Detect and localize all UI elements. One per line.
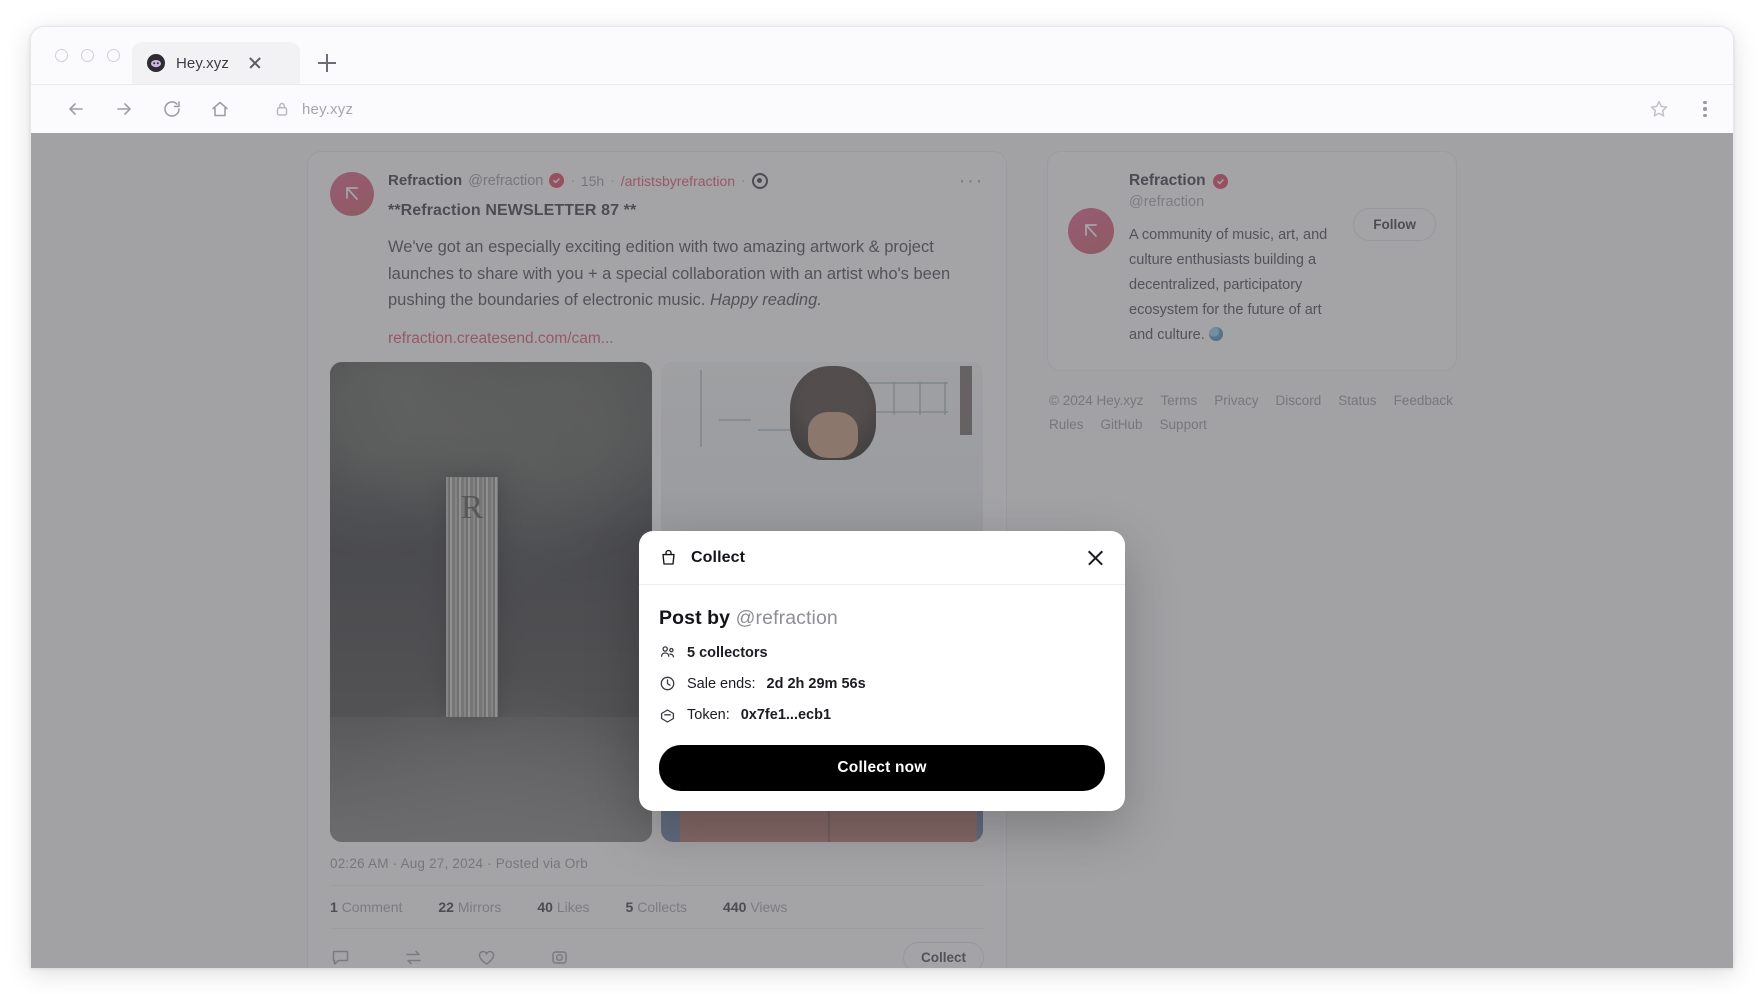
browser-tab[interactable]: Hey.xyz [132, 42, 300, 84]
window-close-button[interactable] [55, 49, 68, 62]
page-viewport: Refraction @refraction · 15h · /artistsb… [31, 133, 1733, 968]
modal-post-by-prefix: Post by [659, 607, 736, 629]
sale-ends-row: Sale ends: 2d 2h 29m 56s [659, 675, 1105, 692]
sale-ends-value: 2d 2h 29m 56s [766, 675, 866, 692]
close-icon[interactable] [1086, 548, 1105, 567]
lock-icon [275, 101, 289, 117]
tab-title: Hey.xyz [176, 54, 229, 72]
shopping-bag-icon [659, 548, 678, 567]
window-controls [47, 27, 132, 84]
plus-icon[interactable] [310, 46, 344, 80]
collectors-row: 5 collectors [659, 644, 1105, 661]
star-icon[interactable] [1649, 99, 1669, 119]
browser-window: Hey.xyz hey.xyz Collect Post by @refract… [30, 26, 1734, 968]
arrow-back-icon[interactable] [65, 98, 87, 120]
collect-now-button[interactable]: Collect now [659, 745, 1105, 791]
modal-post-by: Post by @refraction [659, 607, 1105, 630]
collect-modal: Collect Post by @refraction 5 collectors… [639, 531, 1125, 811]
window-minimize-button[interactable] [81, 49, 94, 62]
hey-logo-icon [147, 54, 165, 72]
url-text: hey.xyz [302, 100, 354, 118]
address-bar: hey.xyz [31, 84, 1733, 133]
collectors-count: 5 collectors [687, 644, 768, 661]
kebab-menu-icon[interactable] [1695, 99, 1715, 119]
modal-header: Collect [639, 531, 1125, 585]
omnibox-actions [1649, 99, 1715, 119]
token-icon [659, 706, 676, 723]
token-row: Token: 0x7fe1...ecb1 [659, 706, 1105, 723]
window-maximize-button[interactable] [107, 49, 120, 62]
clock-icon [659, 675, 676, 692]
modal-post-by-handle: @refraction [735, 607, 838, 629]
sale-ends-label: Sale ends: [687, 675, 756, 692]
token-label: Token: [687, 706, 730, 723]
modal-body: Post by @refraction 5 collectors Sale en… [639, 585, 1125, 811]
tab-strip: Hey.xyz [31, 27, 1733, 84]
reload-icon[interactable] [161, 98, 183, 120]
arrow-forward-icon[interactable] [113, 98, 135, 120]
home-icon[interactable] [209, 98, 231, 120]
modal-title: Collect [691, 548, 746, 566]
collectors-users-icon [659, 644, 676, 661]
url-field[interactable]: hey.xyz [275, 101, 1623, 118]
token-value: 0x7fe1...ecb1 [740, 706, 832, 723]
close-icon[interactable] [246, 54, 264, 72]
